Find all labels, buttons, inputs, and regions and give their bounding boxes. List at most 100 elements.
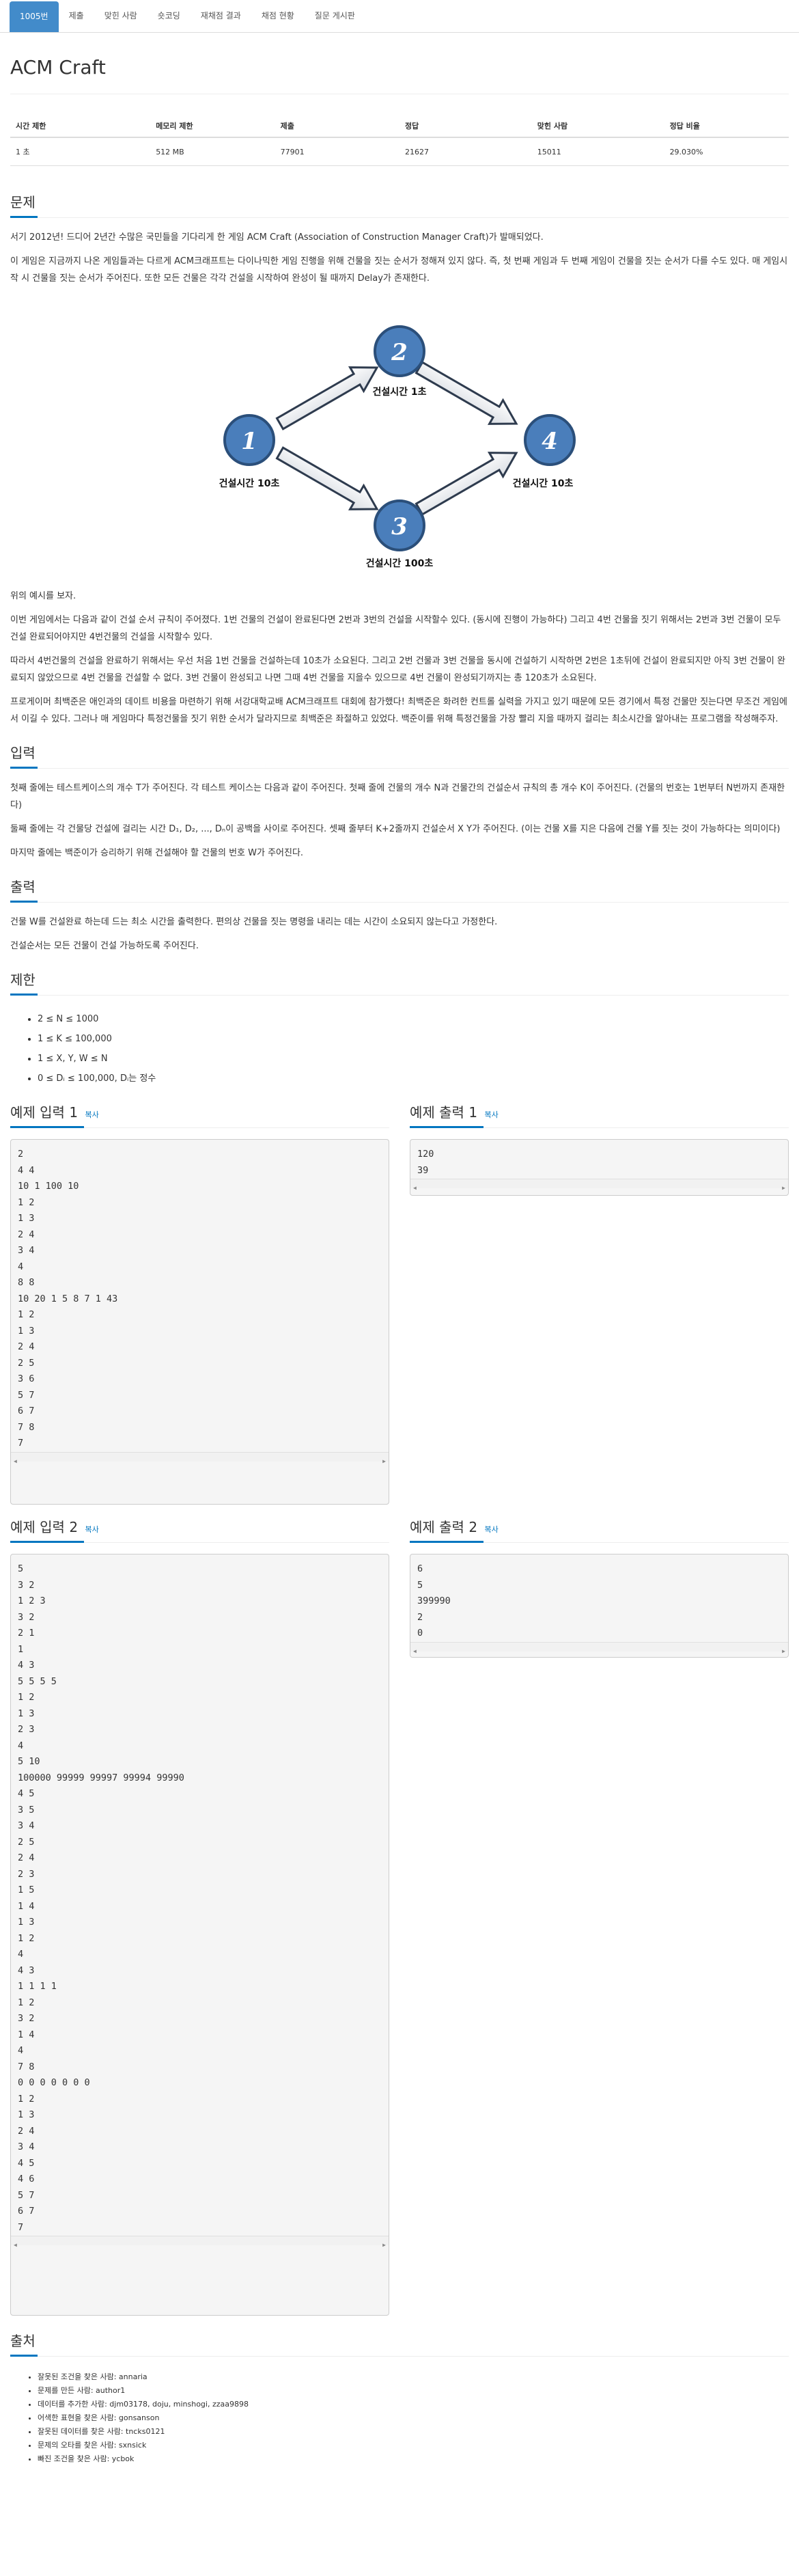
output-section-header: 출력 <box>10 878 789 903</box>
output-heading: 출력 <box>10 879 36 895</box>
arrow-1-to-3 <box>275 446 379 510</box>
sample-input-1-header: 예제 입력 1 복사 <box>10 1104 389 1128</box>
input-paragraph: 첫째 줄에는 테스트케이스의 개수 T가 주어진다. 각 테스트 케이스는 다음… <box>10 783 785 810</box>
heading-underline <box>410 1541 483 1543</box>
tab-problem[interactable]: 1005번 <box>10 1 59 32</box>
sample-output-1[interactable]: 120 39 ◀ ▶ <box>410 1139 789 1196</box>
copy-sample-output-2-link[interactable]: 복사 <box>485 1525 499 1534</box>
sample-input-2[interactable]: 5 3 2 1 2 3 3 2 2 1 1 4 3 5 5 5 5 1 2 1 … <box>10 1554 389 2316</box>
arrow-2-to-4 <box>415 361 518 425</box>
sample-output-1-text: 120 39 <box>417 1149 434 1176</box>
header-memory-limit: 메모리 제한 <box>150 115 275 138</box>
scroll-right-icon[interactable]: ▶ <box>782 1180 785 1195</box>
scroll-left-icon[interactable]: ◀ <box>14 2237 17 2253</box>
problem-paragraph: 이 게임은 지금까지 나온 게임들과는 다르게 ACM크래프트는 다이나믹한 게… <box>10 256 788 284</box>
horizontal-scrollbar[interactable]: ◀ ▶ <box>410 1179 788 1191</box>
node-1: 1 건설시간 10초 <box>219 414 280 489</box>
scroll-right-icon[interactable]: ▶ <box>382 2237 386 2253</box>
tab-short-coding[interactable]: 숏코딩 <box>148 0 191 32</box>
input-section-header: 입력 <box>10 744 789 769</box>
scroll-left-icon[interactable]: ◀ <box>14 1453 17 1470</box>
sample-output-1-block: 예제 출력 1 복사 120 39 ◀ ▶ <box>410 1098 789 1505</box>
source-item[interactable]: 데이터를 추가한 사람: djm03178, doju, minshogi, z… <box>38 2398 789 2411</box>
problem-paragraph: 서기 2012년! 드디어 2년간 수많은 국민들을 기다리게 한 게임 ACM… <box>10 232 544 243</box>
tab-board[interactable]: 질문 게시판 <box>305 0 365 32</box>
table-row: 1 초 512 MB 77901 21627 15011 29.030% <box>10 137 789 166</box>
output-paragraph: 건설순서는 모든 건물이 건설 가능하도록 주어진다. <box>10 941 199 951</box>
limit-item: 0 ≤ Dᵢ ≤ 100,000, Dᵢ는 정수 <box>38 1069 789 1088</box>
horizontal-scrollbar[interactable]: ◀ ▶ <box>11 2236 389 2248</box>
sample-output-2[interactable]: 6 5 399990 2 0 ◀ ▶ <box>410 1554 789 1658</box>
tab-status[interactable]: 채점 현황 <box>251 0 305 32</box>
copy-sample-input-1-link[interactable]: 복사 <box>85 1110 99 1119</box>
accepted-value: 21627 <box>399 137 532 166</box>
sample-row-1: 예제 입력 1 복사 2 4 4 10 1 100 10 1 2 1 3 2 4… <box>10 1098 789 1505</box>
header-accept-ratio: 정답 비율 <box>664 115 789 138</box>
problem-heading: 문제 <box>10 194 36 210</box>
input-paragraph: 마지막 줄에는 백준이가 승리하기 위해 건설해야 할 건물의 번호 W가 주어… <box>10 848 304 858</box>
input-description: 첫째 줄에는 테스트케이스의 개수 T가 주어진다. 각 테스트 케이스는 다음… <box>10 780 789 862</box>
limits-section-header: 제한 <box>10 971 789 996</box>
heading-underline <box>10 994 38 996</box>
heading-underline <box>10 216 38 218</box>
source-section-header: 출처 <box>10 2332 789 2357</box>
input-heading: 입력 <box>10 745 36 761</box>
node-1-number: 1 <box>241 428 257 455</box>
source-item[interactable]: 어색한 표현을 찾은 사람: gonsanson <box>38 2411 789 2425</box>
horizontal-scrollbar[interactable]: ◀ ▶ <box>11 1451 389 1464</box>
sample-input-2-text: 5 3 2 1 2 3 3 2 2 1 1 4 3 5 5 5 5 1 2 1 … <box>18 1563 184 2233</box>
sample-output-2-block: 예제 출력 2 복사 6 5 399990 2 0 ◀ ▶ <box>410 1513 789 2316</box>
source-heading: 출처 <box>10 2333 36 2349</box>
copy-sample-output-1-link[interactable]: 복사 <box>485 1110 499 1119</box>
node-3-label: 건설시간 100초 <box>366 558 434 569</box>
heading-underline <box>10 1126 84 1128</box>
arrow-3-to-4 <box>415 452 518 516</box>
source-item[interactable]: 잘못된 데이터를 찾은 사람: tncks0121 <box>38 2425 789 2439</box>
copy-sample-input-2-link[interactable]: 복사 <box>85 1525 99 1534</box>
accept-ratio-value: 29.030% <box>664 137 789 166</box>
problem-info-table: 시간 제한 메모리 제한 제출 정답 맞힌 사람 정답 비율 1 초 512 M… <box>10 115 789 166</box>
scroll-right-icon[interactable]: ▶ <box>782 1643 785 1658</box>
limits-heading: 제한 <box>10 972 36 988</box>
source-item[interactable]: 문제를 만든 사람: author1 <box>38 2384 789 2398</box>
node-2: 2 건설시간 1초 <box>372 325 427 398</box>
scroll-right-icon[interactable]: ▶ <box>382 1453 386 1470</box>
horizontal-scrollbar[interactable]: ◀ ▶ <box>410 1641 788 1654</box>
sample-input-1-heading: 예제 입력 1 <box>10 1104 79 1121</box>
heading-underline <box>410 1126 483 1128</box>
sample-input-1[interactable]: 2 4 4 10 1 100 10 1 2 1 3 2 4 3 4 4 8 8 … <box>10 1139 389 1505</box>
output-description: 건물 W를 건설완료 하는데 드는 최소 시간을 출력한다. 편의상 건물을 짓… <box>10 914 789 955</box>
scroll-left-icon[interactable]: ◀ <box>413 1180 417 1195</box>
limit-item: 2 ≤ N ≤ 1000 <box>38 1009 789 1029</box>
source-item[interactable]: 빠진 조건을 찾은 사람: ycbok <box>38 2452 789 2466</box>
source-item[interactable]: 잘못된 조건을 찾은 사람: annaria <box>38 2370 789 2384</box>
sample-output-2-header: 예제 출력 2 복사 <box>410 1518 789 1543</box>
node-1-label: 건설시간 10초 <box>219 478 280 489</box>
node-2-label: 건설시간 1초 <box>372 386 426 398</box>
header-submissions: 제출 <box>275 115 400 138</box>
limit-item: 1 ≤ X, Y, W ≤ N <box>38 1049 789 1069</box>
memory-limit-value: 512 MB <box>150 137 275 166</box>
node-4-label: 건설시간 10초 <box>513 478 574 489</box>
limit-item: 1 ≤ K ≤ 100,000 <box>38 1029 789 1049</box>
problem-paragraph: 따라서 4번건물의 건설을 완료하기 위해서는 우선 처음 1번 건물을 건설하… <box>10 656 785 683</box>
problem-menu-tabs: 1005번 제출 맞힌 사람 숏코딩 재채점 결과 채점 현황 질문 게시판 <box>0 0 799 33</box>
tab-solved-users[interactable]: 맞힌 사람 <box>94 0 148 32</box>
sample-output-1-heading: 예제 출력 1 <box>410 1104 478 1121</box>
source-item[interactable]: 문제의 오타를 찾은 사람: sxnsick <box>38 2439 789 2452</box>
problem-section-header: 문제 <box>10 193 789 218</box>
submissions-value: 77901 <box>275 137 400 166</box>
source-list: 잘못된 조건을 찾은 사람: annaria 문제를 만든 사람: author… <box>38 2370 789 2466</box>
input-paragraph: 둘째 줄에는 각 건물당 건설에 걸리는 시간 D₁, D₂, ..., Dₙ이… <box>10 824 781 834</box>
node-2-number: 2 <box>391 339 408 366</box>
sample-input-2-heading: 예제 입력 2 <box>10 1519 79 1535</box>
problem-paragraph: 이번 게임에서는 다음과 같이 건설 순서 규칙이 주어졌다. 1번 건물의 건… <box>10 615 781 642</box>
tab-rejudge-results[interactable]: 재채점 결과 <box>191 0 251 32</box>
limits-list: 2 ≤ N ≤ 1000 1 ≤ K ≤ 100,000 1 ≤ X, Y, W… <box>38 1009 789 1088</box>
scroll-left-icon[interactable]: ◀ <box>413 1643 417 1658</box>
solved-users-value: 15011 <box>531 137 664 166</box>
page-title: ACM Craft <box>10 56 789 94</box>
table-header-row: 시간 제한 메모리 제한 제출 정답 맞힌 사람 정답 비율 <box>10 115 789 138</box>
time-limit-value: 1 초 <box>10 137 151 166</box>
tab-submit[interactable]: 제출 <box>59 0 94 32</box>
